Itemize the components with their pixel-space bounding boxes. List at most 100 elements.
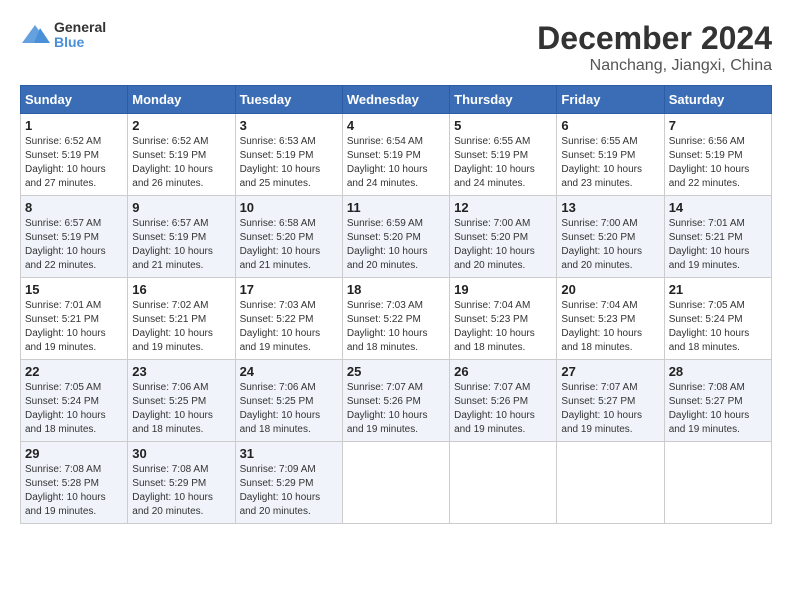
day-number: 4 bbox=[347, 118, 445, 133]
day-number: 18 bbox=[347, 282, 445, 297]
logo-blue: Blue bbox=[54, 35, 106, 50]
day-number: 3 bbox=[240, 118, 338, 133]
col-thursday: Thursday bbox=[450, 86, 557, 114]
calendar-cell: 3 Sunrise: 6:53 AM Sunset: 5:19 PM Dayli… bbox=[235, 114, 342, 196]
calendar-cell: 23 Sunrise: 7:06 AM Sunset: 5:25 PM Dayl… bbox=[128, 360, 235, 442]
calendar-cell: 8 Sunrise: 6:57 AM Sunset: 5:19 PM Dayli… bbox=[21, 196, 128, 278]
day-number: 26 bbox=[454, 364, 552, 379]
calendar-cell: 24 Sunrise: 7:06 AM Sunset: 5:25 PM Dayl… bbox=[235, 360, 342, 442]
day-info: Sunrise: 6:56 AM Sunset: 5:19 PM Dayligh… bbox=[669, 135, 767, 191]
header: General Blue December 2024 Nanchang, Jia… bbox=[20, 20, 772, 75]
calendar-cell: 27 Sunrise: 7:07 AM Sunset: 5:27 PM Dayl… bbox=[557, 360, 664, 442]
day-number: 27 bbox=[561, 364, 659, 379]
day-info: Sunrise: 7:02 AM Sunset: 5:21 PM Dayligh… bbox=[132, 299, 230, 355]
day-number: 19 bbox=[454, 282, 552, 297]
day-number: 6 bbox=[561, 118, 659, 133]
calendar-row: 8 Sunrise: 6:57 AM Sunset: 5:19 PM Dayli… bbox=[21, 196, 772, 278]
calendar-cell: 20 Sunrise: 7:04 AM Sunset: 5:23 PM Dayl… bbox=[557, 278, 664, 360]
col-friday: Friday bbox=[557, 86, 664, 114]
day-number: 14 bbox=[669, 200, 767, 215]
logo-general: General bbox=[54, 20, 106, 35]
calendar-cell: 16 Sunrise: 7:02 AM Sunset: 5:21 PM Dayl… bbox=[128, 278, 235, 360]
day-info: Sunrise: 6:52 AM Sunset: 5:19 PM Dayligh… bbox=[25, 135, 123, 191]
calendar-cell: 10 Sunrise: 6:58 AM Sunset: 5:20 PM Dayl… bbox=[235, 196, 342, 278]
day-number: 9 bbox=[132, 200, 230, 215]
day-number: 28 bbox=[669, 364, 767, 379]
calendar-cell: 13 Sunrise: 7:00 AM Sunset: 5:20 PM Dayl… bbox=[557, 196, 664, 278]
day-info: Sunrise: 6:57 AM Sunset: 5:19 PM Dayligh… bbox=[132, 217, 230, 273]
calendar-cell: 1 Sunrise: 6:52 AM Sunset: 5:19 PM Dayli… bbox=[21, 114, 128, 196]
calendar-cell: 2 Sunrise: 6:52 AM Sunset: 5:19 PM Dayli… bbox=[128, 114, 235, 196]
day-info: Sunrise: 7:07 AM Sunset: 5:26 PM Dayligh… bbox=[454, 381, 552, 437]
day-number: 15 bbox=[25, 282, 123, 297]
day-info: Sunrise: 7:05 AM Sunset: 5:24 PM Dayligh… bbox=[25, 381, 123, 437]
day-number: 23 bbox=[132, 364, 230, 379]
calendar-cell: 15 Sunrise: 7:01 AM Sunset: 5:21 PM Dayl… bbox=[21, 278, 128, 360]
day-number: 5 bbox=[454, 118, 552, 133]
calendar-cell: 18 Sunrise: 7:03 AM Sunset: 5:22 PM Dayl… bbox=[342, 278, 449, 360]
day-number: 13 bbox=[561, 200, 659, 215]
day-info: Sunrise: 7:07 AM Sunset: 5:26 PM Dayligh… bbox=[347, 381, 445, 437]
day-number: 24 bbox=[240, 364, 338, 379]
calendar-cell: 31 Sunrise: 7:09 AM Sunset: 5:29 PM Dayl… bbox=[235, 442, 342, 524]
location: Nanchang, Jiangxi, China bbox=[537, 57, 772, 75]
day-number: 21 bbox=[669, 282, 767, 297]
day-info: Sunrise: 7:04 AM Sunset: 5:23 PM Dayligh… bbox=[561, 299, 659, 355]
col-saturday: Saturday bbox=[664, 86, 771, 114]
title-area: December 2024 Nanchang, Jiangxi, China bbox=[537, 20, 772, 75]
day-number: 29 bbox=[25, 446, 123, 461]
day-info: Sunrise: 6:57 AM Sunset: 5:19 PM Dayligh… bbox=[25, 217, 123, 273]
day-info: Sunrise: 6:52 AM Sunset: 5:19 PM Dayligh… bbox=[132, 135, 230, 191]
day-info: Sunrise: 7:06 AM Sunset: 5:25 PM Dayligh… bbox=[132, 381, 230, 437]
calendar-cell: 26 Sunrise: 7:07 AM Sunset: 5:26 PM Dayl… bbox=[450, 360, 557, 442]
calendar-row: 1 Sunrise: 6:52 AM Sunset: 5:19 PM Dayli… bbox=[21, 114, 772, 196]
day-info: Sunrise: 7:08 AM Sunset: 5:28 PM Dayligh… bbox=[25, 463, 123, 519]
calendar-cell: 21 Sunrise: 7:05 AM Sunset: 5:24 PM Dayl… bbox=[664, 278, 771, 360]
day-info: Sunrise: 6:59 AM Sunset: 5:20 PM Dayligh… bbox=[347, 217, 445, 273]
day-info: Sunrise: 6:58 AM Sunset: 5:20 PM Dayligh… bbox=[240, 217, 338, 273]
logo: General Blue bbox=[20, 20, 106, 51]
day-number: 7 bbox=[669, 118, 767, 133]
day-info: Sunrise: 7:00 AM Sunset: 5:20 PM Dayligh… bbox=[454, 217, 552, 273]
day-info: Sunrise: 7:07 AM Sunset: 5:27 PM Dayligh… bbox=[561, 381, 659, 437]
day-number: 25 bbox=[347, 364, 445, 379]
col-monday: Monday bbox=[128, 86, 235, 114]
col-wednesday: Wednesday bbox=[342, 86, 449, 114]
empty-cell bbox=[664, 442, 771, 524]
day-info: Sunrise: 6:55 AM Sunset: 5:19 PM Dayligh… bbox=[454, 135, 552, 191]
day-number: 11 bbox=[347, 200, 445, 215]
day-info: Sunrise: 7:04 AM Sunset: 5:23 PM Dayligh… bbox=[454, 299, 552, 355]
calendar-cell: 14 Sunrise: 7:01 AM Sunset: 5:21 PM Dayl… bbox=[664, 196, 771, 278]
day-number: 12 bbox=[454, 200, 552, 215]
calendar-cell: 22 Sunrise: 7:05 AM Sunset: 5:24 PM Dayl… bbox=[21, 360, 128, 442]
calendar-cell: 5 Sunrise: 6:55 AM Sunset: 5:19 PM Dayli… bbox=[450, 114, 557, 196]
day-info: Sunrise: 7:09 AM Sunset: 5:29 PM Dayligh… bbox=[240, 463, 338, 519]
day-info: Sunrise: 7:08 AM Sunset: 5:27 PM Dayligh… bbox=[669, 381, 767, 437]
day-number: 2 bbox=[132, 118, 230, 133]
calendar-row: 22 Sunrise: 7:05 AM Sunset: 5:24 PM Dayl… bbox=[21, 360, 772, 442]
calendar-cell: 19 Sunrise: 7:04 AM Sunset: 5:23 PM Dayl… bbox=[450, 278, 557, 360]
day-info: Sunrise: 7:08 AM Sunset: 5:29 PM Dayligh… bbox=[132, 463, 230, 519]
calendar-cell: 4 Sunrise: 6:54 AM Sunset: 5:19 PM Dayli… bbox=[342, 114, 449, 196]
calendar-cell: 9 Sunrise: 6:57 AM Sunset: 5:19 PM Dayli… bbox=[128, 196, 235, 278]
logo-icon bbox=[20, 23, 50, 47]
day-info: Sunrise: 6:55 AM Sunset: 5:19 PM Dayligh… bbox=[561, 135, 659, 191]
logo-text: General Blue bbox=[54, 20, 106, 51]
day-number: 30 bbox=[132, 446, 230, 461]
calendar-cell: 12 Sunrise: 7:00 AM Sunset: 5:20 PM Dayl… bbox=[450, 196, 557, 278]
day-info: Sunrise: 7:05 AM Sunset: 5:24 PM Dayligh… bbox=[669, 299, 767, 355]
calendar-row: 15 Sunrise: 7:01 AM Sunset: 5:21 PM Dayl… bbox=[21, 278, 772, 360]
day-info: Sunrise: 7:03 AM Sunset: 5:22 PM Dayligh… bbox=[347, 299, 445, 355]
day-number: 22 bbox=[25, 364, 123, 379]
calendar-cell: 7 Sunrise: 6:56 AM Sunset: 5:19 PM Dayli… bbox=[664, 114, 771, 196]
col-tuesday: Tuesday bbox=[235, 86, 342, 114]
day-number: 31 bbox=[240, 446, 338, 461]
calendar-cell: 29 Sunrise: 7:08 AM Sunset: 5:28 PM Dayl… bbox=[21, 442, 128, 524]
day-info: Sunrise: 7:00 AM Sunset: 5:20 PM Dayligh… bbox=[561, 217, 659, 273]
empty-cell bbox=[450, 442, 557, 524]
day-number: 1 bbox=[25, 118, 123, 133]
month-title: December 2024 bbox=[537, 20, 772, 57]
calendar-table: Sunday Monday Tuesday Wednesday Thursday… bbox=[20, 85, 772, 524]
calendar-header-row: Sunday Monday Tuesday Wednesday Thursday… bbox=[21, 86, 772, 114]
day-info: Sunrise: 7:03 AM Sunset: 5:22 PM Dayligh… bbox=[240, 299, 338, 355]
